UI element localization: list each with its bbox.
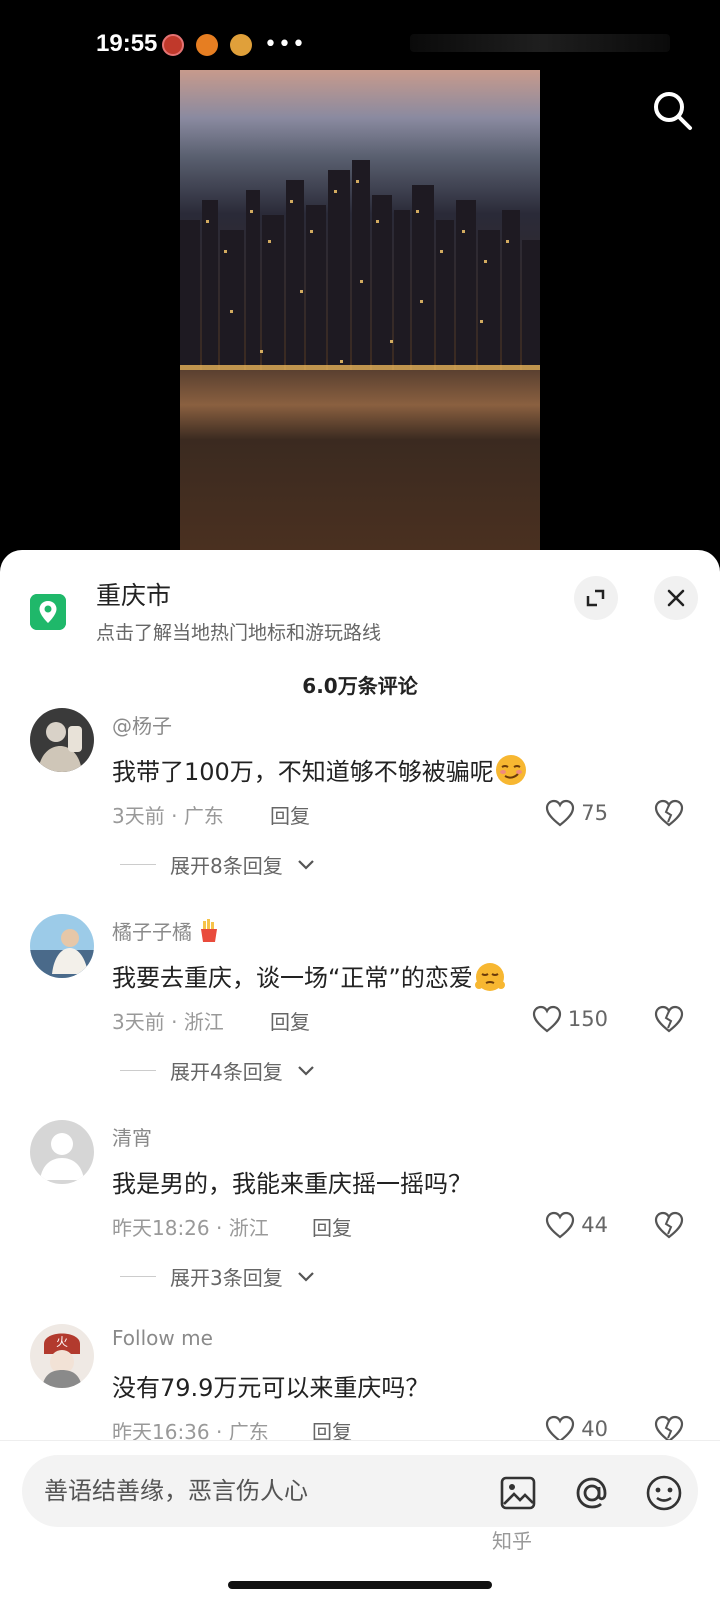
- avatar[interactable]: [30, 914, 94, 978]
- comment-username[interactable]: Follow me: [112, 1326, 213, 1350]
- home-indicator[interactable]: [228, 1581, 492, 1589]
- avatar[interactable]: [30, 1120, 94, 1184]
- search-icon[interactable]: [650, 88, 694, 132]
- like-button[interactable]: 150: [532, 1004, 608, 1034]
- reply-button[interactable]: 回复: [312, 1212, 352, 1241]
- comment-text: 我要去重庆，谈一场“正常”的恋爱: [112, 958, 507, 993]
- like-count: 75: [581, 801, 608, 825]
- comment-text-content: 我带了100万，不知道够不够被骗呢: [112, 758, 494, 786]
- river-reflection: [180, 370, 540, 440]
- comment-username[interactable]: @杨子: [112, 710, 172, 739]
- avatar[interactable]: 火: [30, 1324, 94, 1388]
- avatar[interactable]: [30, 708, 94, 772]
- username-text: 橘子子橘: [112, 920, 192, 944]
- like-count: 40: [581, 1417, 608, 1441]
- status-bar: 19:55 •••: [0, 0, 720, 70]
- comment-time: 3天前: [112, 804, 165, 828]
- comment-meta: 3天前 · 广东: [112, 804, 224, 828]
- location-pin-icon: [30, 594, 66, 630]
- emoji-icon[interactable]: [644, 1473, 684, 1513]
- comment-item: @杨子 我带了100万，不知道够不够被骗呢 3天前 · 广东 回复 75 展开8…: [0, 708, 720, 908]
- comment-username[interactable]: 清宵: [112, 1122, 152, 1151]
- comment-region: 广东: [183, 804, 224, 828]
- location-subtitle: 点击了解当地热门地标和游玩路线: [96, 622, 382, 644]
- mi-notification-icon: [196, 33, 218, 56]
- comment-region: 浙江: [183, 1010, 224, 1034]
- like-button[interactable]: 44: [545, 1210, 608, 1240]
- comment-item: 清宵 我是男的，我能来重庆摇一摇吗？ 昨天18:26 · 浙江 回复 44 展开…: [0, 1120, 720, 1320]
- like-count: 150: [567, 1007, 608, 1031]
- comment-text: 我带了100万，不知道够不够被骗呢: [112, 752, 528, 787]
- status-time: 19:55: [96, 30, 158, 57]
- chevron-down-icon: [297, 1271, 314, 1282]
- more-notifications-icon: •••: [264, 32, 306, 57]
- video-player[interactable]: [180, 70, 540, 550]
- fries-emoji-icon: [201, 919, 218, 942]
- comment-count: 6.0万条评论: [302, 674, 418, 698]
- expand-fullscreen-icon[interactable]: [574, 576, 618, 620]
- chevron-down-icon: [297, 859, 314, 870]
- location-title: 重庆市: [96, 581, 172, 610]
- expand-replies-label: 展开8条回复: [170, 854, 283, 878]
- reply-button[interactable]: 回复: [270, 800, 310, 829]
- expand-replies-button[interactable]: 展开8条回复: [120, 850, 315, 879]
- close-icon[interactable]: [654, 576, 698, 620]
- broken-heart-icon[interactable]: [654, 798, 684, 828]
- like-button[interactable]: 75: [545, 798, 608, 828]
- expand-replies-button[interactable]: 展开3条回复: [120, 1262, 315, 1291]
- smirk-emoji-icon: [495, 755, 526, 785]
- comment-input-container[interactable]: [22, 1455, 698, 1527]
- like-count: 44: [581, 1213, 608, 1237]
- comment-region: 浙江: [228, 1216, 269, 1240]
- broken-heart-icon[interactable]: [654, 1004, 684, 1034]
- expand-replies-button[interactable]: 展开4条回复: [120, 1056, 315, 1085]
- divider-line: [120, 1070, 156, 1071]
- heart-icon: [546, 1211, 575, 1239]
- comment-input-bar: 知乎: [0, 1440, 720, 1600]
- app-notification-icon: [162, 33, 184, 56]
- comment-time: 3天前: [112, 1010, 165, 1034]
- image-icon[interactable]: [498, 1473, 538, 1513]
- status-right-indicators: [410, 34, 670, 52]
- watermark: 知乎: [492, 1529, 532, 1553]
- heart-icon: [532, 1005, 562, 1033]
- divider-line: [120, 1276, 156, 1277]
- expand-replies-label: 展开4条回复: [170, 1060, 283, 1084]
- chevron-down-icon: [297, 1065, 314, 1076]
- heart-icon: [546, 1415, 575, 1443]
- heart-icon: [546, 799, 575, 827]
- expand-replies-label: 展开3条回复: [170, 1266, 283, 1290]
- comment-input[interactable]: [44, 1471, 464, 1511]
- reply-button[interactable]: 回复: [270, 1006, 310, 1035]
- divider-line: [120, 864, 156, 865]
- svg-text:火: 火: [56, 1335, 68, 1349]
- comment-time: 昨天18:26: [112, 1216, 210, 1240]
- comment-meta: 3天前 · 浙江: [112, 1010, 224, 1034]
- comment-text-content: 我要去重庆，谈一场“正常”的恋爱: [112, 964, 473, 992]
- status-notification-icons: •••: [162, 32, 306, 57]
- comment-meta: 昨天18:26 · 浙江: [112, 1216, 269, 1240]
- comment-item: 橘子子橘 我要去重庆，谈一场“正常”的恋爱 3天前 · 浙江 回复 150 展开…: [0, 914, 720, 1114]
- mention-icon[interactable]: [572, 1473, 612, 1513]
- comment-text: 我是男的，我能来重庆摇一摇吗？: [112, 1170, 472, 1198]
- coin-notification-icon: [230, 33, 252, 56]
- comment-username[interactable]: 橘子子橘: [112, 916, 220, 945]
- broken-heart-icon[interactable]: [654, 1210, 684, 1240]
- comment-text: 没有79.9万元可以来重庆吗？: [112, 1374, 430, 1402]
- shy-emoji-icon: [474, 963, 505, 991]
